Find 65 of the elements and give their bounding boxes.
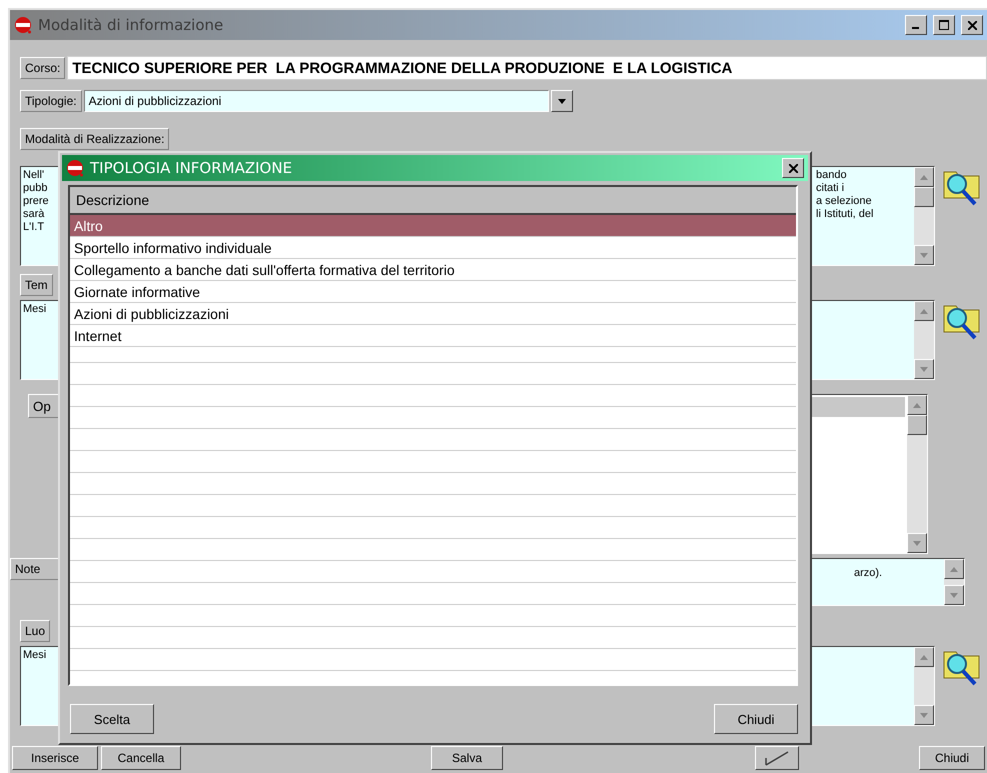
logo-icon (14, 16, 32, 34)
caret-icon (558, 98, 566, 104)
down-arrow-icon (950, 592, 958, 598)
icon-button[interactable] (755, 746, 799, 770)
maximize-icon (939, 20, 949, 30)
action-button[interactable]: Salva (431, 746, 503, 770)
field-label: Corso: (20, 57, 66, 79)
scroll-thumb[interactable] (914, 187, 934, 207)
scroll-up-button[interactable] (944, 559, 964, 579)
text-line: sarà (23, 208, 46, 221)
up-arrow-icon (920, 654, 928, 660)
dialog-title: TIPOLOGIA INFORMAZIONE (90, 159, 294, 177)
down-arrow-icon (913, 540, 921, 546)
text-line: a selezione (816, 195, 873, 208)
diagonal-line-icon (764, 750, 790, 766)
scroll-down-button[interactable] (914, 359, 934, 379)
section-label: Note (10, 558, 60, 580)
window-title: Modalità di informazione (38, 16, 224, 34)
action-button[interactable]: Cancella (101, 746, 181, 770)
list-item[interactable]: Altro (70, 215, 796, 237)
text-line: Mesi (23, 303, 48, 316)
scroll-up-button[interactable] (914, 301, 934, 321)
text-line: Nell' (23, 169, 46, 182)
text-line: pubb (23, 182, 48, 195)
dialog-button[interactable]: Chiudi (714, 704, 798, 734)
course-field: TECNICO SUPERIORE PER LA PROGRAMMAZIONE DELLA PRODUZIONE E LA LOGISTICA (67, 56, 987, 80)
scroll-down-button[interactable] (914, 245, 934, 265)
scroll-down-button[interactable] (907, 533, 927, 553)
scroll-down-button[interactable] (914, 705, 934, 725)
down-arrow-icon (920, 712, 928, 718)
action-button[interactable]: Inserisce (12, 746, 98, 770)
close-icon (788, 164, 798, 172)
logo-icon (66, 159, 84, 177)
scroll-thumb[interactable] (907, 415, 927, 435)
up-arrow-icon (913, 402, 921, 408)
close-button[interactable] (961, 15, 983, 35)
up-arrow-icon (920, 174, 928, 180)
scroll-up-button[interactable] (914, 167, 934, 187)
text-line: Mesi (23, 649, 48, 662)
action-button[interactable]: Chiudi (919, 746, 985, 770)
dialog-button[interactable]: Scelta (70, 704, 154, 734)
type-field[interactable]: Azioni di pubblicizzazioni (84, 90, 549, 112)
scroll-up-button[interactable] (907, 395, 927, 415)
maximize-button[interactable] (933, 15, 955, 35)
text-line: L'I.T (23, 221, 46, 234)
dropdown-button[interactable] (550, 90, 573, 112)
close-button[interactable] (782, 158, 804, 178)
text-line: bando (816, 169, 848, 182)
section-label: Tem (20, 274, 53, 296)
up-arrow-icon (950, 566, 958, 572)
text-line: arzo). (854, 567, 884, 580)
text-line: prere (23, 195, 50, 208)
text-line: citati i (816, 182, 846, 195)
scroll-down-button[interactable] (944, 585, 964, 605)
section-label: Luo (20, 620, 50, 642)
close-icon (968, 20, 976, 30)
column-header: Descrizione (70, 187, 796, 215)
minimize-button[interactable] (905, 15, 927, 35)
down-arrow-icon (920, 366, 928, 372)
down-arrow-icon (920, 252, 928, 258)
section-label: Modalità di Realizzazione: (20, 128, 170, 150)
text-line: li Istituti, del (816, 208, 874, 221)
field-label: Tipologie: (20, 90, 82, 112)
scroll-up-button[interactable] (914, 647, 934, 667)
up-arrow-icon (920, 308, 928, 314)
